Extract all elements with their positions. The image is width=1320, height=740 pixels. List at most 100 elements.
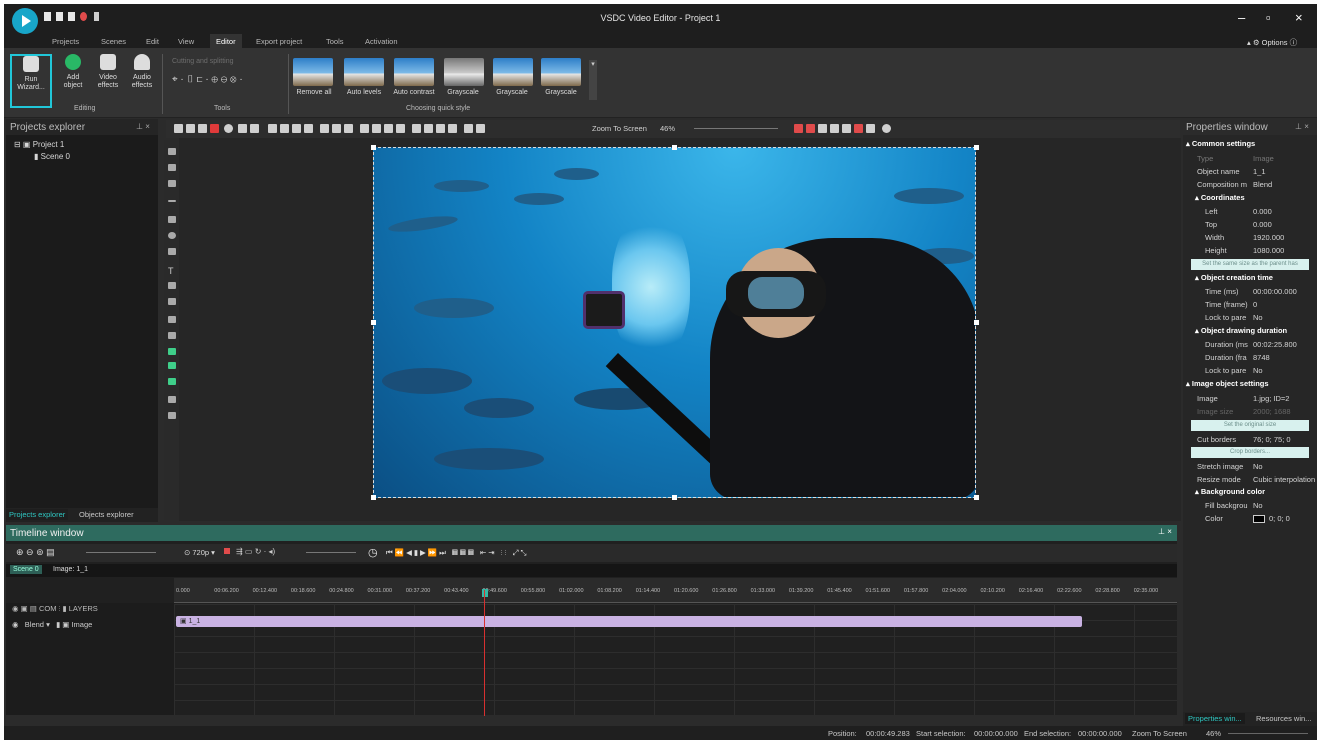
- grayscale-style-thumb[interactable]: [493, 58, 533, 86]
- align-icon[interactable]: [268, 124, 277, 133]
- prop-row-resize-mode[interactable]: Resize mode Cubic interpolation: [1183, 473, 1317, 486]
- pin-close-icons[interactable]: ⊥ ×: [136, 122, 150, 131]
- auto-levels-style-thumb[interactable]: [344, 58, 384, 86]
- delete-icon[interactable]: [210, 124, 219, 133]
- add-object-button[interactable]: Add object: [57, 54, 89, 108]
- common-settings-header[interactable]: ▴ Common settings: [1186, 139, 1255, 148]
- options-button[interactable]: ▴ ⚙ Options ⓘ: [1247, 37, 1297, 48]
- record-toggle-icon[interactable]: [224, 124, 233, 133]
- animation-tool-icon[interactable]: [168, 348, 176, 355]
- distribute-icon[interactable]: [372, 124, 381, 133]
- drawing-duration-header[interactable]: ▴ Object drawing duration: [1195, 326, 1287, 335]
- prop-row-duration-ms[interactable]: Duration (ms 00:02:25.800: [1183, 338, 1317, 351]
- resize-handle[interactable]: [371, 320, 376, 325]
- clock-icon[interactable]: ◷: [368, 546, 378, 559]
- snap-icon[interactable]: [794, 124, 803, 133]
- align-icon[interactable]: [344, 124, 353, 133]
- grayscale-style-thumb[interactable]: [444, 58, 484, 86]
- order-icon[interactable]: [448, 124, 457, 133]
- distribute-icon[interactable]: [360, 124, 369, 133]
- effect-tool-icon[interactable]: [168, 362, 176, 369]
- order-icon[interactable]: [436, 124, 445, 133]
- menu-projects[interactable]: Projects: [52, 37, 79, 46]
- resize-handle[interactable]: [371, 495, 376, 500]
- prop-row-image[interactable]: Image 1.jpg; ID=2: [1183, 392, 1317, 405]
- video-tool-icon[interactable]: [168, 164, 176, 171]
- prop-row-stretch-image[interactable]: Stretch image No: [1183, 460, 1317, 473]
- resize-handle[interactable]: [672, 495, 677, 500]
- tree-scene[interactable]: ▮ Scene 0: [34, 152, 70, 161]
- chat-tool-icon[interactable]: [168, 298, 176, 305]
- undo-icon[interactable]: [238, 124, 247, 133]
- zoom-slider[interactable]: [694, 128, 778, 129]
- text-tool-icon[interactable]: T: [168, 266, 178, 276]
- minimize-icon[interactable]: –: [1238, 10, 1245, 25]
- tab-scene-0[interactable]: Scene 0: [10, 565, 42, 574]
- crop-borders-button[interactable]: Crop borders...: [1191, 447, 1309, 458]
- menu-activation[interactable]: Activation: [365, 37, 398, 46]
- resize-handle[interactable]: [974, 145, 979, 150]
- menu-scenes[interactable]: Scenes: [101, 37, 126, 46]
- timeline-zoom-icons[interactable]: ⊕ ⊖ ⊚ ▤: [16, 547, 55, 558]
- same-size-button[interactable]: Set the same size as the parent has: [1191, 259, 1309, 270]
- prop-row-top[interactable]: Top 0.000: [1183, 218, 1317, 231]
- tab-projects-explorer[interactable]: Projects explorer: [6, 509, 69, 520]
- mask-tool-icon[interactable]: [168, 396, 176, 403]
- resize-handle[interactable]: [974, 320, 979, 325]
- prop-row-time-ms[interactable]: Time (ms) 00:00:00.000: [1183, 285, 1317, 298]
- preview-tools-icons[interactable]: ⇶ ▭ ↻ · ◂): [236, 547, 275, 556]
- prop-row-width[interactable]: Width 1920.000: [1183, 231, 1317, 244]
- blend-mode[interactable]: Blend: [25, 620, 44, 629]
- play-preview-icon[interactable]: [224, 548, 230, 554]
- layout-icon[interactable]: [476, 124, 485, 133]
- resize-handle[interactable]: [371, 145, 376, 150]
- distribute-icon[interactable]: [396, 124, 405, 133]
- volume-slider[interactable]: [306, 552, 356, 553]
- prop-row-cut-borders[interactable]: Cut borders 76; 0; 75; 0: [1183, 433, 1317, 446]
- close-icon[interactable]: ×: [1295, 10, 1303, 25]
- timeline-ruler[interactable]: 0.000 00:06.200 00:12.400 00:18.600 00:24.80…: [174, 578, 1177, 603]
- prop-row-composition[interactable]: Composition m Blend: [1183, 178, 1317, 191]
- star-tool-icon[interactable]: [168, 248, 176, 255]
- redo-icon[interactable]: [250, 124, 259, 133]
- image-settings-header[interactable]: ▴ Image object settings: [1186, 379, 1269, 388]
- order-icon[interactable]: [412, 124, 421, 133]
- prop-row-object-name[interactable]: Object name 1_1: [1183, 165, 1317, 178]
- align-icon[interactable]: [304, 124, 313, 133]
- playhead-marker[interactable]: [482, 589, 488, 597]
- auto-contrast-style-thumb[interactable]: [394, 58, 434, 86]
- styles-scroll-button[interactable]: ▾: [589, 60, 597, 100]
- line-tool-icon[interactable]: [168, 200, 176, 202]
- grid-icon[interactable]: [854, 124, 863, 133]
- cut-icon[interactable]: [174, 124, 183, 133]
- pointer-tool-icon[interactable]: [168, 148, 176, 155]
- prop-row-time-frame[interactable]: Time (frame) 0: [1183, 298, 1317, 311]
- order-icon[interactable]: [424, 124, 433, 133]
- settings-icon[interactable]: [882, 124, 891, 133]
- copy-icon[interactable]: [186, 124, 195, 133]
- sprite-tool-icon[interactable]: [168, 332, 176, 339]
- video-effects-button[interactable]: Video effects: [92, 54, 124, 108]
- layer-row[interactable]: ◉ Blend ▾ ▮ ▣ Image: [12, 620, 92, 629]
- resize-handle[interactable]: [672, 145, 677, 150]
- chart-tool-icon[interactable]: [168, 316, 176, 323]
- distribute-icon[interactable]: [384, 124, 393, 133]
- movement-tool-icon[interactable]: [168, 378, 176, 385]
- background-color-header[interactable]: ▴ Background color: [1195, 487, 1265, 496]
- menu-export-project[interactable]: Export project: [256, 37, 302, 46]
- grid-icon[interactable]: [866, 124, 875, 133]
- align-icon[interactable]: [292, 124, 301, 133]
- menu-tools[interactable]: Tools: [326, 37, 344, 46]
- prop-row-lock-parent[interactable]: Lock to pare No: [1183, 311, 1317, 324]
- prop-row-duration-frames[interactable]: Duration (fra 8748: [1183, 351, 1317, 364]
- tab-image-1-1[interactable]: Image: 1_1: [50, 565, 91, 574]
- rectangle-tool-icon[interactable]: [168, 216, 176, 223]
- subtitle-tool-icon[interactable]: [168, 282, 176, 289]
- run-wizard-button[interactable]: Run Wizard...: [10, 54, 52, 108]
- grid-icon[interactable]: [842, 124, 851, 133]
- original-size-button[interactable]: Set the original size: [1191, 420, 1309, 431]
- grid-icon[interactable]: [818, 124, 827, 133]
- maximize-icon[interactable]: ▫: [1266, 10, 1271, 25]
- prop-row-height[interactable]: Height 1080.000: [1183, 244, 1317, 257]
- tab-objects-explorer[interactable]: Objects explorer: [76, 509, 137, 520]
